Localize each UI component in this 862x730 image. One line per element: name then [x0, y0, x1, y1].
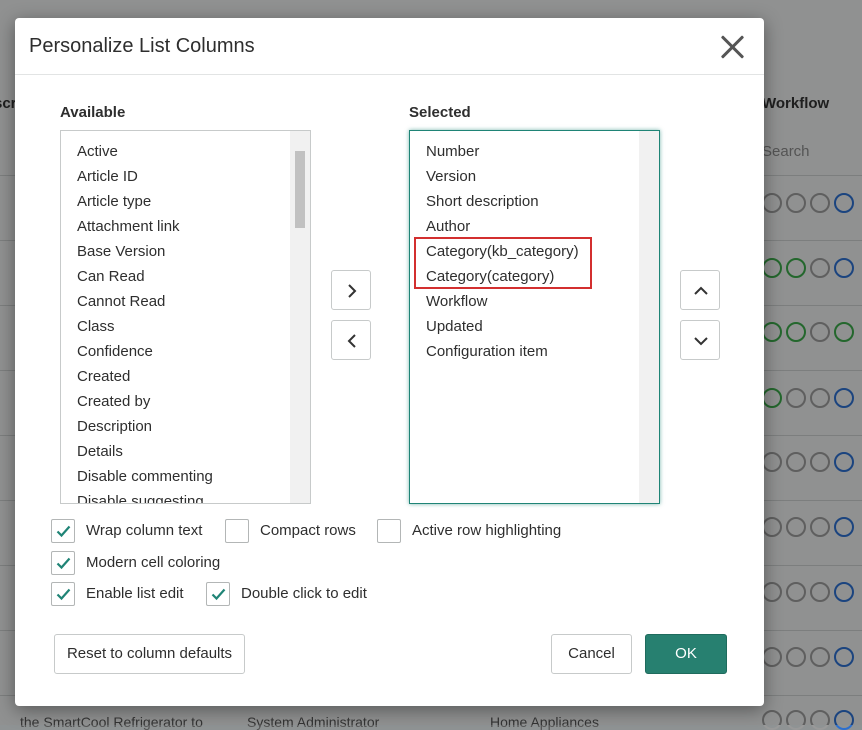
available-item[interactable]: Created — [61, 364, 310, 389]
chevron-up-icon — [694, 286, 708, 295]
close-icon[interactable] — [715, 30, 749, 64]
available-label: Available — [60, 104, 126, 121]
selected-label: Selected — [409, 104, 471, 121]
checkmark-icon — [56, 588, 71, 601]
available-item[interactable]: Details — [61, 439, 310, 464]
selected-item[interactable]: Category(category) — [410, 264, 659, 289]
available-item[interactable]: Description — [61, 414, 310, 439]
available-item[interactable]: Disable commenting — [61, 464, 310, 489]
selected-columns-list[interactable]: Number Version Short description Author Cate… — [409, 130, 660, 504]
available-item[interactable]: Active — [61, 139, 310, 164]
wrap-column-text-checkbox[interactable] — [51, 519, 75, 543]
chevron-right-icon — [348, 284, 357, 298]
chevron-down-icon — [694, 337, 708, 346]
dialog-header: Personalize List Columns — [15, 18, 764, 75]
double-click-to-edit-label: Double click to edit — [241, 585, 367, 602]
move-down-button[interactable] — [680, 320, 720, 360]
selected-item[interactable]: Version — [410, 164, 659, 189]
modern-cell-coloring-label: Modern cell coloring — [86, 554, 221, 571]
compact-rows-checkbox[interactable] — [225, 519, 249, 543]
checkmark-icon — [56, 525, 71, 538]
available-item[interactable]: Can Read — [61, 264, 310, 289]
double-click-to-edit-checkbox[interactable] — [206, 582, 230, 606]
available-item[interactable]: Confidence — [61, 339, 310, 364]
enable-list-edit-checkbox[interactable] — [51, 582, 75, 606]
compact-rows-label: Compact rows — [260, 522, 356, 539]
scrollbar-thumb[interactable] — [295, 151, 305, 228]
selected-item[interactable]: Short description — [410, 189, 659, 214]
selected-item[interactable]: Updated — [410, 314, 659, 339]
checkmark-icon — [211, 588, 226, 601]
dialog-title: Personalize List Columns — [29, 35, 255, 57]
selected-item[interactable]: Configuration item — [410, 339, 659, 364]
selected-list-scrollbar[interactable] — [639, 131, 659, 503]
selected-item[interactable]: Number — [410, 139, 659, 164]
checkmark-icon — [56, 557, 71, 570]
selected-item[interactable]: Category(kb_category) — [410, 239, 659, 264]
cancel-button[interactable]: Cancel — [551, 634, 632, 674]
wrap-column-text-label: Wrap column text — [86, 522, 203, 539]
available-item[interactable]: Cannot Read — [61, 289, 310, 314]
add-column-button[interactable] — [331, 270, 371, 310]
ok-button[interactable]: OK — [645, 634, 727, 674]
available-columns-list[interactable]: Active Article ID Article type Attachment l… — [60, 130, 311, 504]
reset-to-column-defaults-button[interactable]: Reset to column defaults — [54, 634, 245, 674]
chevron-left-icon — [347, 334, 356, 348]
available-list-scrollbar[interactable] — [290, 131, 310, 503]
modern-cell-coloring-checkbox[interactable] — [51, 551, 75, 575]
available-item[interactable]: Article ID — [61, 164, 310, 189]
remove-column-button[interactable] — [331, 320, 371, 360]
available-item[interactable]: Created by — [61, 389, 310, 414]
enable-list-edit-label: Enable list edit — [86, 585, 184, 602]
available-item[interactable]: Article type — [61, 189, 310, 214]
move-up-button[interactable] — [680, 270, 720, 310]
available-item[interactable]: Attachment link — [61, 214, 310, 239]
available-item[interactable]: Disable suggesting — [61, 489, 310, 503]
active-row-highlighting-label: Active row highlighting — [412, 522, 562, 539]
available-item[interactable]: Base Version — [61, 239, 310, 264]
selected-item[interactable]: Author — [410, 214, 659, 239]
selected-item[interactable]: Workflow — [410, 289, 659, 314]
available-item[interactable]: Class — [61, 314, 310, 339]
personalize-list-columns-dialog: Personalize List Columns Available Activ… — [15, 18, 764, 706]
active-row-highlighting-checkbox[interactable] — [377, 519, 401, 543]
